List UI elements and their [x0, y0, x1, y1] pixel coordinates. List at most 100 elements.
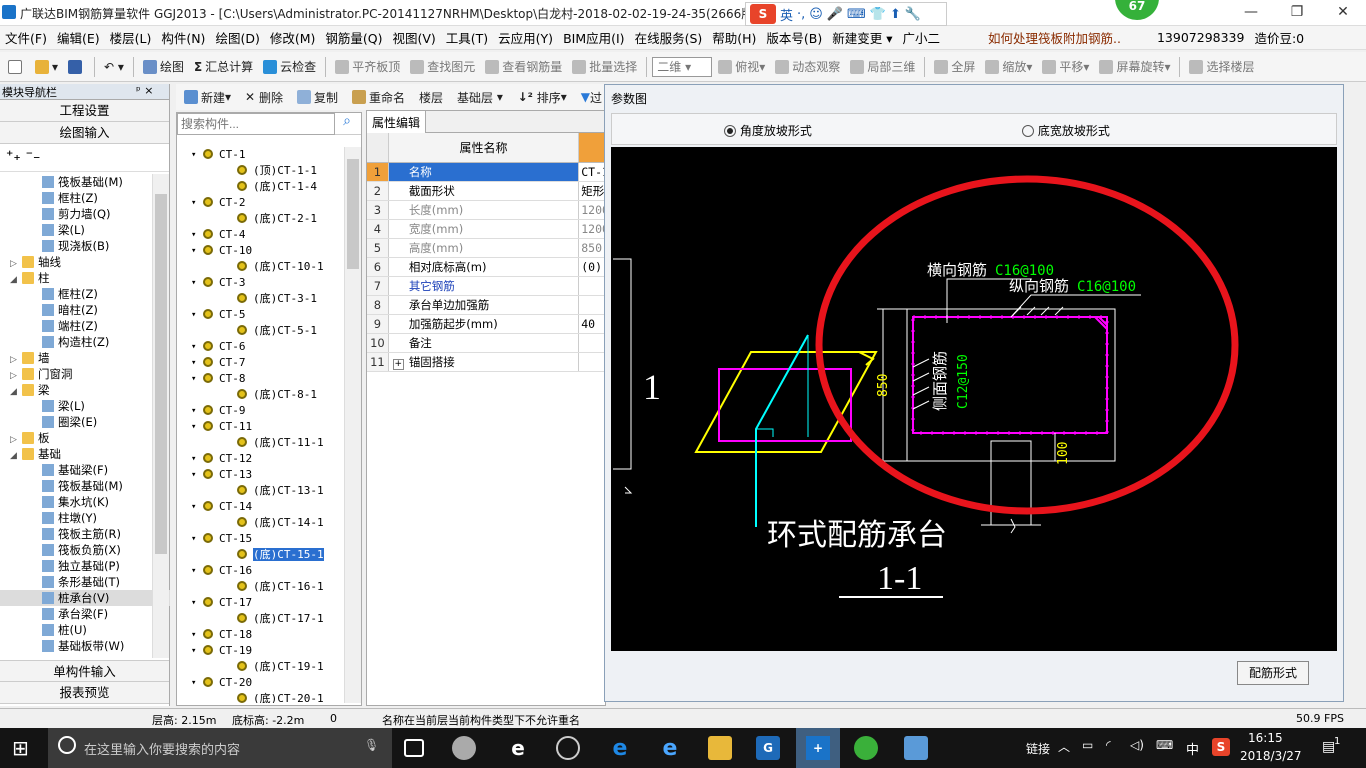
property-value[interactable]: CT-1: [579, 163, 605, 181]
collapse-toggle-icon[interactable]: ▾: [191, 451, 196, 467]
collapse-toggle-icon[interactable]: ▾: [191, 499, 196, 515]
edge-icon[interactable]: e: [506, 736, 530, 760]
collapse-toggle-icon[interactable]: ▾: [191, 595, 196, 611]
cloud-check-button[interactable]: 云检查: [259, 58, 320, 75]
collapse-toggle-icon[interactable]: ▾: [191, 275, 196, 291]
ime-punct-icon[interactable]: ·,: [797, 7, 805, 22]
property-row[interactable]: 5 高度(mm) 850: [367, 239, 605, 258]
nav-tree-item[interactable]: ◢ 梁: [0, 382, 170, 398]
nav-tree-item[interactable]: 暗柱(Z): [0, 302, 170, 318]
component-item[interactable]: ▾ CT-14: [177, 499, 343, 515]
sub-component-item[interactable]: (底)CT-10-1: [177, 259, 343, 275]
ggj-active-app-icon[interactable]: +: [796, 728, 840, 768]
sub-component-item[interactable]: (底)CT-19-1: [177, 659, 343, 675]
sub-component-item[interactable]: (底)CT-15-1: [177, 547, 343, 563]
property-row[interactable]: 10 备注: [367, 334, 605, 353]
new-file-icon[interactable]: [4, 59, 29, 74]
filter-button[interactable]: ▼ 过: [577, 89, 606, 106]
sub-component-item[interactable]: (底)CT-17-1: [177, 611, 343, 627]
find-element-button[interactable]: 查找图元: [406, 58, 479, 75]
component-search-input[interactable]: [177, 113, 335, 135]
sub-component-item[interactable]: (顶)CT-1-1: [177, 163, 343, 179]
component-item[interactable]: ▾ CT-8: [177, 371, 343, 387]
collapse-toggle-icon[interactable]: ▾: [191, 419, 196, 435]
file-explorer-icon[interactable]: [708, 736, 732, 760]
property-row[interactable]: 9 加强筋起步(mm) 40: [367, 315, 605, 334]
ime-emoji-icon[interactable]: ☺: [809, 7, 823, 22]
ime-toolbar[interactable]: S 英 ·, ☺ 🎤 ⌨ 👕 ⬆ 🔧: [745, 2, 947, 26]
nav-tree-item[interactable]: 条形基础(T): [0, 574, 170, 590]
tray-lang[interactable]: 中: [1186, 739, 1199, 758]
component-item[interactable]: ▾ CT-20: [177, 675, 343, 691]
component-item[interactable]: ▾ CT-4: [177, 227, 343, 243]
fullscreen-button[interactable]: 全屏: [930, 58, 979, 75]
nav-tree-item[interactable]: ◢ 柱: [0, 270, 170, 286]
component-item[interactable]: ▾ CT-6: [177, 339, 343, 355]
collapse-toggle-icon[interactable]: ▾: [191, 627, 196, 643]
fan-app-icon[interactable]: [452, 736, 476, 760]
collapse-toggle-icon[interactable]: ▾: [191, 195, 196, 211]
nav-tree-item[interactable]: 框柱(Z): [0, 286, 170, 302]
sub-component-item[interactable]: (底)CT-8-1: [177, 387, 343, 403]
tray-sogou-icon[interactable]: S: [1212, 738, 1230, 756]
property-row[interactable]: 2 截面形状 矩形: [367, 182, 605, 201]
property-row[interactable]: 7 其它钢筋: [367, 277, 605, 296]
sub-component-item[interactable]: (底)CT-11-1: [177, 435, 343, 451]
nav-tree-item[interactable]: 桩(U): [0, 622, 170, 638]
tray-date[interactable]: 2018/3/27: [1240, 749, 1302, 763]
dynamic-view-button[interactable]: 动态观察: [771, 58, 844, 75]
ime-up-icon[interactable]: ⬆: [890, 7, 901, 22]
photo-app-icon[interactable]: [904, 736, 928, 760]
component-item[interactable]: ▾ CT-18: [177, 627, 343, 643]
component-item[interactable]: ▾ CT-9: [177, 403, 343, 419]
user-phone[interactable]: 13907298339: [1152, 30, 1249, 45]
tray-up-icon[interactable]: ︿: [1058, 738, 1070, 755]
component-item[interactable]: ▾ CT-16: [177, 563, 343, 579]
align-slab-top-button[interactable]: 平齐板顶: [331, 58, 404, 75]
component-item[interactable]: ▾ CT-17: [177, 595, 343, 611]
collapse-toggle-icon[interactable]: ▾: [191, 243, 196, 259]
sub-component-item[interactable]: (底)CT-2-1: [177, 211, 343, 227]
batch-select-button[interactable]: 批量选择: [568, 58, 641, 75]
collapse-toggle-icon[interactable]: ▾: [191, 355, 196, 371]
property-value[interactable]: 40: [579, 315, 605, 333]
undo-icon[interactable]: ↶ ▾: [100, 60, 128, 74]
draw-input-button[interactable]: 绘图输入: [0, 122, 169, 144]
select-floor-button[interactable]: 选择楼层: [1185, 58, 1258, 75]
nav-tree-item[interactable]: 剪力墙(Q): [0, 206, 170, 222]
ime-settings-icon[interactable]: 🔧: [905, 7, 921, 22]
delete-component-button[interactable]: ✕ 删除: [241, 89, 287, 106]
task-view-icon[interactable]: [404, 739, 424, 757]
property-row[interactable]: 6 相对底标高(m) (0): [367, 258, 605, 277]
sub-component-item[interactable]: (底)CT-3-1: [177, 291, 343, 307]
nav-tree-item[interactable]: 基础梁(F): [0, 462, 170, 478]
start-windows-icon[interactable]: ⊞: [12, 736, 29, 760]
collapse-toggle-icon[interactable]: ▾: [191, 467, 196, 483]
component-item[interactable]: ▾ CT-13: [177, 467, 343, 483]
green-app-icon[interactable]: [854, 736, 878, 760]
component-item[interactable]: ▾ CT-5: [177, 307, 343, 323]
nav-tree-item[interactable]: 基础板带(W): [0, 638, 170, 654]
property-value[interactable]: 1200: [579, 201, 605, 219]
swirl-app-icon[interactable]: [556, 736, 580, 760]
taskbar-search[interactable]: 在这里输入你要搜索的内容 🎙: [48, 728, 392, 768]
nav-tree-item[interactable]: ▷ 板: [0, 430, 170, 446]
view-rebar-button[interactable]: 查看钢筋量: [481, 58, 566, 75]
property-row[interactable]: 3 长度(mm) 1200: [367, 201, 605, 220]
nav-tree-item[interactable]: 桩承台(V): [0, 590, 170, 606]
property-value[interactable]: [579, 277, 605, 295]
property-row[interactable]: 4 宽度(mm) 1200: [367, 220, 605, 239]
menu-edit[interactable]: 编辑(E): [52, 28, 105, 47]
sogou-icon[interactable]: S: [750, 4, 776, 24]
menu-modify[interactable]: 修改(M): [265, 28, 321, 47]
tray-time[interactable]: 16:15: [1248, 731, 1283, 745]
sort-button[interactable]: ↓² 排序 ▾: [514, 89, 571, 106]
draw-button[interactable]: 绘图: [139, 58, 188, 75]
collapse-toggle-icon[interactable]: ▾: [191, 147, 196, 163]
project-settings-button[interactable]: 工程设置: [0, 100, 169, 122]
component-item[interactable]: ▾ CT-2: [177, 195, 343, 211]
menu-floor[interactable]: 楼层(L): [105, 28, 157, 47]
collapse-toggle-icon[interactable]: ▾: [191, 403, 196, 419]
minimize-button[interactable]: —: [1228, 0, 1274, 26]
glodon-g-icon[interactable]: G: [756, 736, 780, 760]
